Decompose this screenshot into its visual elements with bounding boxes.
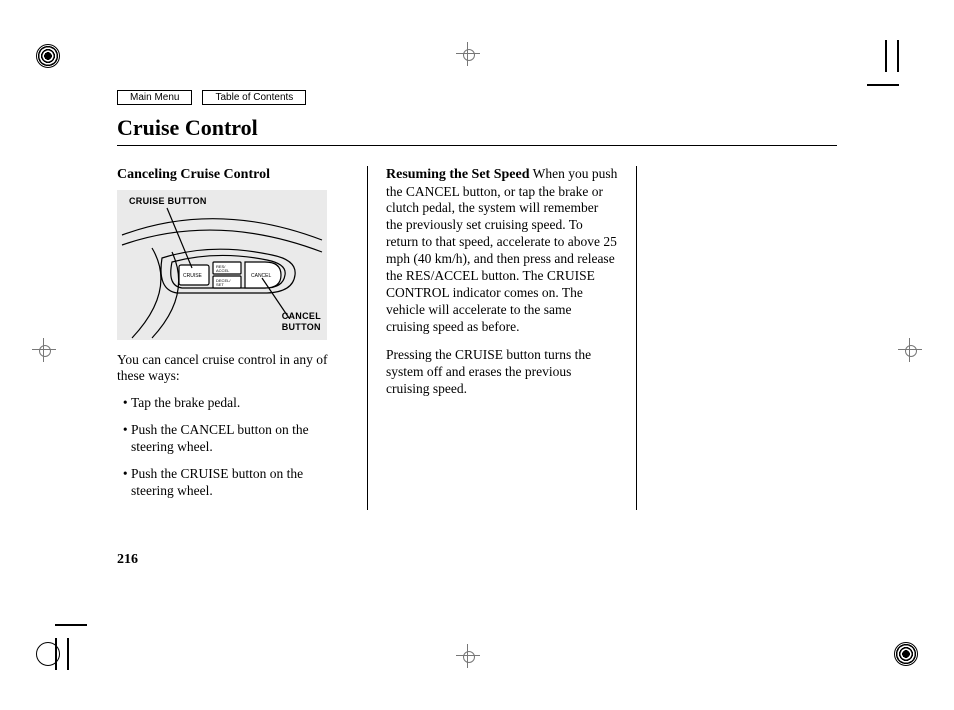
btn-cruise-text: CRUISE <box>183 273 203 279</box>
diagram-label-cruise: CRUISE BUTTON <box>129 196 207 207</box>
nav-buttons: Main Menu Table of Contents <box>117 90 837 105</box>
page-number: 216 <box>117 552 837 568</box>
steering-wheel-diagram: CRUISE BUTTON CANCEL BUTTON <box>117 190 327 340</box>
bullet-2: Push the CANCEL button on the steering w… <box>131 422 349 456</box>
column-1: Canceling Cruise Control CRUISE BUTTON C… <box>117 166 368 510</box>
col1-subhead: Canceling Cruise Control <box>117 166 349 184</box>
svg-text:SET: SET <box>216 282 224 287</box>
col2-p1: When you push the CANCEL button, or tap … <box>386 166 617 334</box>
toc-button[interactable]: Table of Contents <box>202 90 306 105</box>
bullet-3: Push the CRUISE button on the steering w… <box>131 466 349 500</box>
svg-text:CANCEL: CANCEL <box>251 273 272 279</box>
bullet-1: Tap the brake pedal. <box>131 395 349 412</box>
title-rule <box>117 145 837 146</box>
col2-subhead: Resuming the Set Speed <box>386 167 530 182</box>
svg-text:ACCEL: ACCEL <box>216 268 230 273</box>
column-2: Resuming the Set Speed When you push the… <box>368 166 637 510</box>
main-menu-button[interactable]: Main Menu <box>117 90 192 105</box>
page-content: Main Menu Table of Contents Cruise Contr… <box>117 90 837 568</box>
diagram-label-cancel: CANCEL BUTTON <box>282 311 321 334</box>
cancel-methods-list: Tap the brake pedal. Push the CANCEL but… <box>117 395 349 499</box>
col2-p2: Pressing the CRUISE button turns the sys… <box>386 347 618 398</box>
col1-intro: You can cancel cruise control in any of … <box>117 352 349 386</box>
page-title: Cruise Control <box>117 115 837 141</box>
